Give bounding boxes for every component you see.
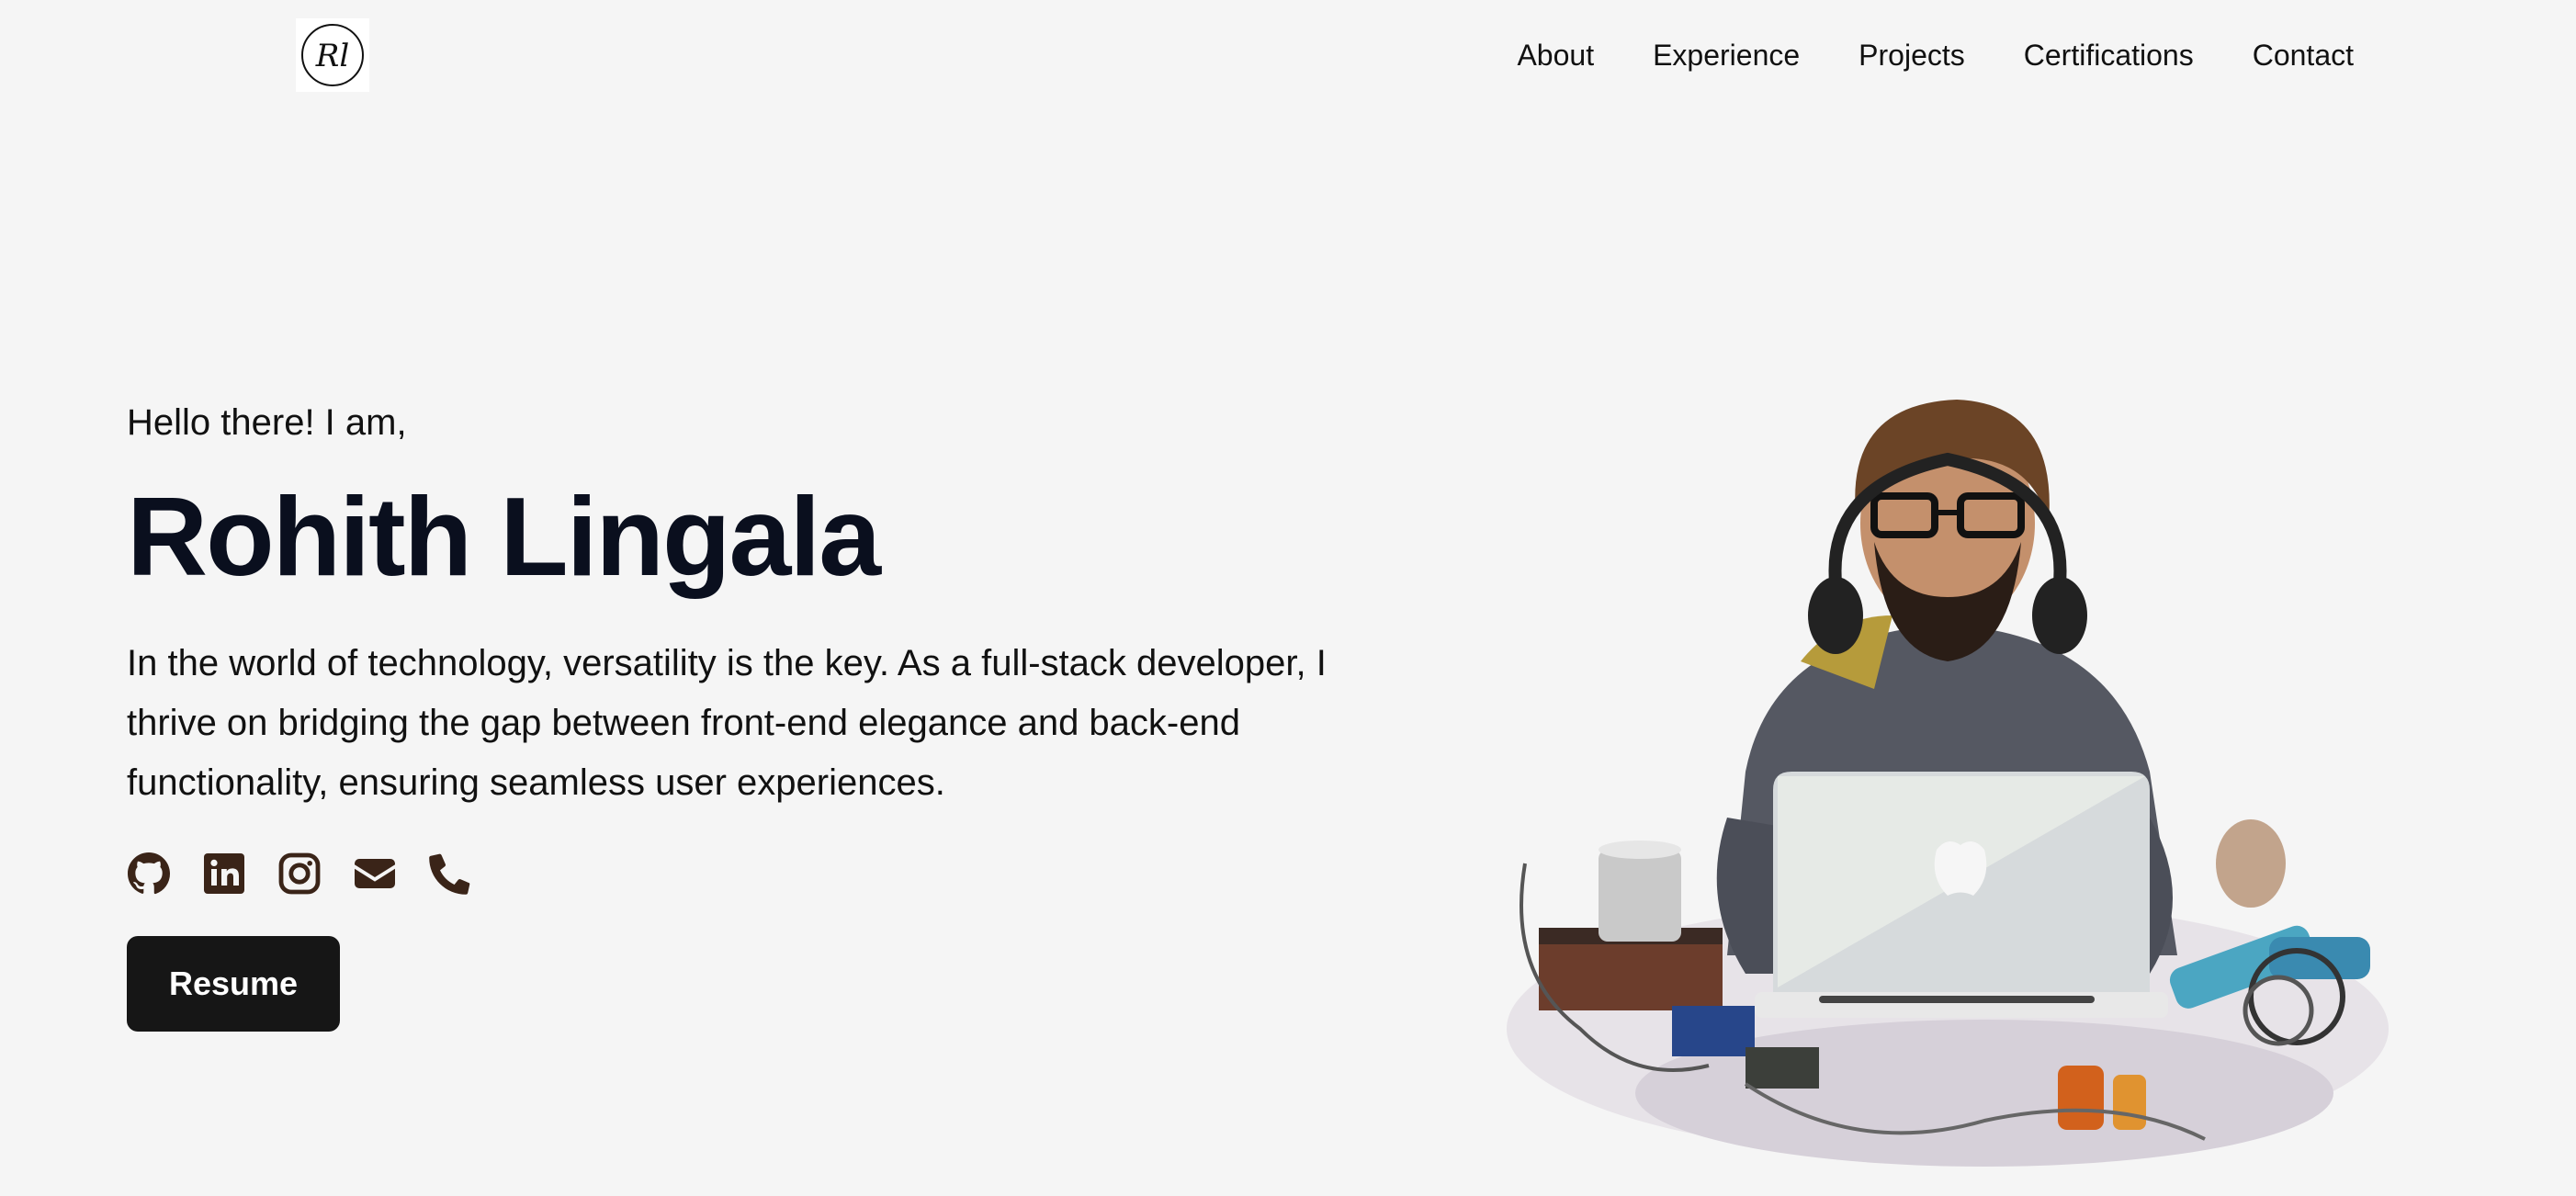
- logo-monogram-icon: Rl: [301, 24, 364, 86]
- nav-contact[interactable]: Contact: [2253, 33, 2354, 77]
- nav-about[interactable]: About: [1517, 33, 1594, 77]
- instagram-icon[interactable]: [277, 852, 322, 896]
- hero-tagline: In the world of technology, versatility …: [127, 643, 1327, 803]
- developer-illustration: [1470, 386, 2425, 1185]
- nav-projects[interactable]: Projects: [1859, 33, 1965, 77]
- resume-button[interactable]: Resume: [127, 936, 340, 1032]
- nav-experience[interactable]: Experience: [1653, 33, 1800, 77]
- hero-section: Hello there! I am, Rohith Lingala In the…: [127, 395, 1358, 1032]
- logo-text: Rl: [315, 38, 349, 74]
- logo[interactable]: Rl: [296, 18, 369, 92]
- social-links: [127, 852, 1358, 896]
- linkedin-icon[interactable]: [202, 852, 246, 896]
- hero-greeting: Hello there! I am,: [127, 402, 407, 443]
- hero-name: Rohith Lingala: [127, 474, 881, 599]
- nav-certifications[interactable]: Certifications: [2024, 33, 2194, 77]
- main-nav: About Experience Projects Certifications…: [1517, 33, 2354, 77]
- phone-icon[interactable]: [428, 852, 472, 896]
- mail-icon[interactable]: [353, 852, 397, 896]
- github-icon[interactable]: [127, 852, 171, 896]
